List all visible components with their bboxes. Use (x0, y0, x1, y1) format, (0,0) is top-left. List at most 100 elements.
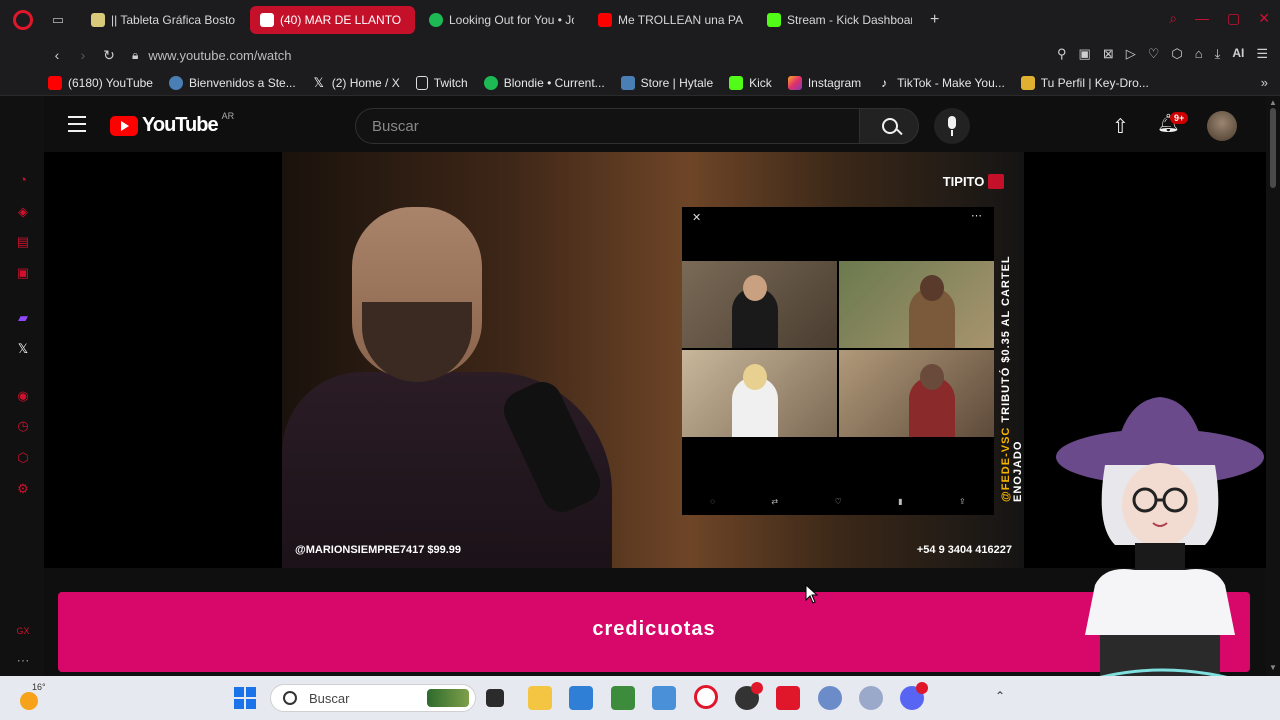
history-icon[interactable]: ◷ (15, 418, 31, 434)
bookmark-item[interactable]: (6180) YouTube (48, 75, 153, 90)
wallet-icon[interactable]: ⌂ (1195, 46, 1203, 62)
app-icon[interactable] (859, 686, 883, 710)
start-button[interactable] (234, 687, 256, 709)
youtube-logo[interactable]: YouTube AR (110, 111, 234, 137)
tiktok-live-icon[interactable] (776, 686, 800, 710)
scroll-thumb[interactable] (1270, 108, 1276, 188)
more-icon[interactable]: ⋯ (15, 653, 31, 669)
store-icon[interactable] (569, 686, 593, 710)
messenger-icon[interactable]: ▣ (15, 265, 31, 281)
taskbar-search-label: Buscar (309, 690, 350, 706)
bookmark-label: Kick (749, 75, 772, 90)
opera-gx-icon[interactable] (694, 685, 718, 709)
bookmark-label: Twitch (433, 75, 468, 90)
bookmark-label: Store | Hytale (640, 75, 714, 90)
extensions-icon[interactable]: ⬡ (15, 450, 31, 466)
search-box (355, 108, 891, 144)
tab-2[interactable]: Looking Out for You • Joy (419, 6, 584, 34)
weather-widget[interactable]: 16° (18, 682, 46, 712)
keydrop-icon (1020, 75, 1035, 90)
tab-0[interactable]: || Tableta Gráfica Bosto 12 (81, 6, 246, 34)
x-icon[interactable]: 𝕏 (15, 341, 31, 357)
maximize-icon[interactable]: ▢ (1227, 10, 1240, 27)
twitch-icon[interactable]: ▰ (15, 310, 31, 326)
snapshot-icon[interactable]: ▣ (1079, 46, 1091, 62)
pin-icon[interactable]: ⚲ (1057, 46, 1067, 62)
player-icon[interactable]: ▷ (1126, 46, 1136, 62)
bookmark-item[interactable]: ♪ TikTok - Make You... (877, 76, 1005, 90)
account-avatar[interactable] (1207, 111, 1237, 141)
bookmark-item[interactable]: 𝕏 (2) Home / X (312, 75, 399, 90)
vtuber-avatar-image (1056, 397, 1264, 695)
tiktok-icon: ♪ (881, 75, 888, 90)
speaker-icon (260, 13, 274, 27)
kick-icon (729, 75, 744, 90)
tab-menu-icon[interactable]: ▭ (45, 10, 71, 30)
bookmarks-overflow-icon[interactable]: » (1261, 75, 1268, 90)
brand-text: TIPITO (942, 174, 985, 189)
bookmark-item[interactable]: Twitch (415, 75, 468, 90)
ai-button[interactable]: AI (1232, 46, 1244, 62)
video-frame[interactable]: TIPITO ✕ ⋯ ◌ ⇄ ♡ ▮ ⇪ @FEDE-VSC TRIBUTÓ $… (282, 152, 1024, 568)
search-tabs-icon[interactable]: ⌕ (1169, 10, 1177, 27)
bookmark-item[interactable]: Tu Perfil | Key-Dro... (1020, 75, 1149, 90)
reload-button[interactable]: ↻ (96, 47, 122, 64)
mouse-cursor-icon (805, 584, 819, 604)
search-input[interactable] (356, 109, 891, 143)
aria-icon[interactable]: ◔ (15, 172, 31, 188)
live-badge-icon (988, 174, 1004, 189)
tab-1[interactable]: (40) MAR DE LLANTO (250, 6, 415, 34)
reply-icon: ◌ (710, 497, 715, 506)
embedded-post: ✕ ⋯ ◌ ⇄ ♡ ▮ ⇪ (682, 207, 994, 515)
file-explorer-icon[interactable] (528, 686, 552, 710)
task-view-icon[interactable] (486, 689, 504, 707)
hytale-icon (620, 75, 635, 90)
tab-3[interactable]: Me TROLLEAN una PARTI (588, 6, 753, 34)
back-button[interactable]: ‹ (44, 47, 70, 63)
minimize-icon[interactable]: — (1195, 10, 1209, 27)
shop-icon[interactable]: ◈ (15, 204, 31, 220)
forward-button[interactable]: › (70, 47, 96, 63)
player-icon[interactable]: ◉ (15, 388, 31, 404)
page-scrollbar[interactable]: ▲ ▼ (1266, 96, 1280, 676)
bookmark-item[interactable]: Blondie • Current... (483, 75, 605, 90)
gx-corner-icon[interactable]: ▤ (15, 234, 31, 250)
new-tab-button[interactable]: + (930, 11, 939, 29)
photos-icon[interactable] (652, 686, 676, 710)
bookmark-label: TikTok - Make You... (897, 75, 1005, 90)
bookmark-item[interactable]: Instagram (787, 75, 861, 90)
hamburger-menu-icon[interactable] (68, 116, 86, 137)
gx-icon[interactable]: GX (15, 623, 31, 639)
download-icon[interactable]: ⤓ (1215, 46, 1221, 62)
bookmark-item[interactable]: Store | Hytale (620, 75, 714, 90)
search-highlight-image (427, 689, 469, 707)
app-icon[interactable] (818, 686, 842, 710)
browser-sidebar: ◔ ◈ ▤ ▣ ▰ 𝕏 ◉ ◷ ⬡ ⚙ GX ⋯ (0, 96, 44, 676)
easy-setup-icon[interactable]: ☰ (1256, 46, 1268, 62)
settings-icon[interactable]: ⚙ (15, 481, 31, 497)
taskbar-search[interactable]: Buscar (270, 684, 476, 712)
show-hidden-icons-icon[interactable]: ⌃ (995, 689, 1005, 703)
close-icon[interactable]: ✕ (1258, 10, 1270, 27)
page-icon (415, 75, 428, 90)
url-field[interactable]: www.youtube.com/watch (148, 48, 291, 63)
search-button[interactable] (859, 108, 919, 144)
scroll-up-icon[interactable]: ▲ (1269, 98, 1277, 107)
bookmark-item[interactable]: Kick (729, 75, 772, 90)
bookmark-label: (6180) YouTube (68, 75, 153, 90)
extensions-icon[interactable]: ⬡ (1171, 46, 1182, 62)
opera-logo-icon[interactable] (13, 10, 33, 30)
adblock-icon[interactable]: ⊠ (1103, 46, 1114, 62)
search-icon (283, 691, 297, 705)
minecraft-icon[interactable] (611, 686, 635, 710)
voice-search-button[interactable] (934, 108, 970, 144)
heart-icon[interactable]: ♡ (1148, 46, 1160, 62)
scroll-down-icon[interactable]: ▼ (1269, 663, 1277, 672)
bookmark-item[interactable]: Bienvenidos a Ste... (168, 75, 296, 90)
views-icon: ▮ (898, 497, 903, 506)
tab-label: Stream - Kick Dashboard (787, 13, 912, 27)
tab-4[interactable]: Stream - Kick Dashboard (757, 6, 922, 34)
bookmark-label: Bienvenidos a Ste... (188, 75, 296, 90)
create-upload-icon[interactable]: ⇧ (1112, 114, 1129, 139)
person-head (743, 275, 767, 301)
